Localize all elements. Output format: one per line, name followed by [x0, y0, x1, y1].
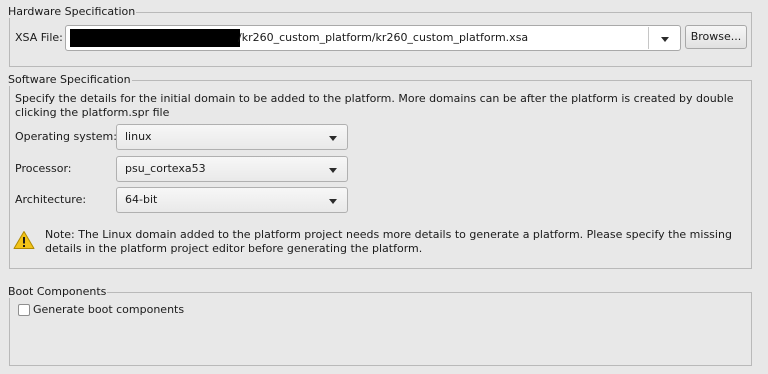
hardware-spec-title: Hardware Specification	[7, 5, 137, 18]
generate-boot-label[interactable]: Generate boot components	[33, 303, 184, 317]
chevron-down-icon	[329, 199, 337, 204]
software-description-line2: clicking the platform.spr file	[15, 106, 170, 119]
chevron-down-icon	[329, 168, 337, 173]
chevron-down-icon	[329, 136, 337, 141]
generate-boot-checkbox[interactable]	[18, 304, 30, 316]
warning-icon	[13, 231, 35, 249]
operating-system-label: Operating system:	[15, 130, 117, 143]
xsa-file-label: XSA File:	[15, 31, 63, 44]
architecture-value: 64-bit	[125, 193, 158, 206]
xsa-file-value[interactable]: /kr260_custom_platform/kr260_custom_plat…	[238, 31, 528, 45]
architecture-select[interactable]: 64-bit	[116, 187, 348, 213]
redacted-path	[70, 29, 240, 47]
chevron-down-icon[interactable]	[661, 37, 669, 42]
software-description-line1: Specify the details for the initial doma…	[15, 92, 734, 105]
processor-select[interactable]: psu_cortexa53	[116, 156, 348, 182]
browse-button[interactable]: Browse...	[685, 25, 747, 49]
processor-label: Processor:	[15, 162, 72, 175]
software-spec-title: Software Specification	[7, 73, 132, 86]
linux-note-line2: details in the platform project editor b…	[45, 242, 423, 255]
combo-separator	[648, 27, 649, 49]
operating-system-value: linux	[125, 130, 152, 143]
platform-dialog: Hardware Specification XSA File: /kr260_…	[0, 0, 768, 374]
architecture-label: Architecture:	[15, 193, 87, 206]
linux-note-line1: Note: The Linux domain added to the plat…	[45, 228, 732, 241]
processor-value: psu_cortexa53	[125, 162, 206, 175]
operating-system-select[interactable]: linux	[116, 124, 348, 150]
xsa-file-combo[interactable]: /kr260_custom_platform/kr260_custom_plat…	[65, 25, 681, 51]
boot-components-title: Boot Components	[7, 285, 108, 298]
